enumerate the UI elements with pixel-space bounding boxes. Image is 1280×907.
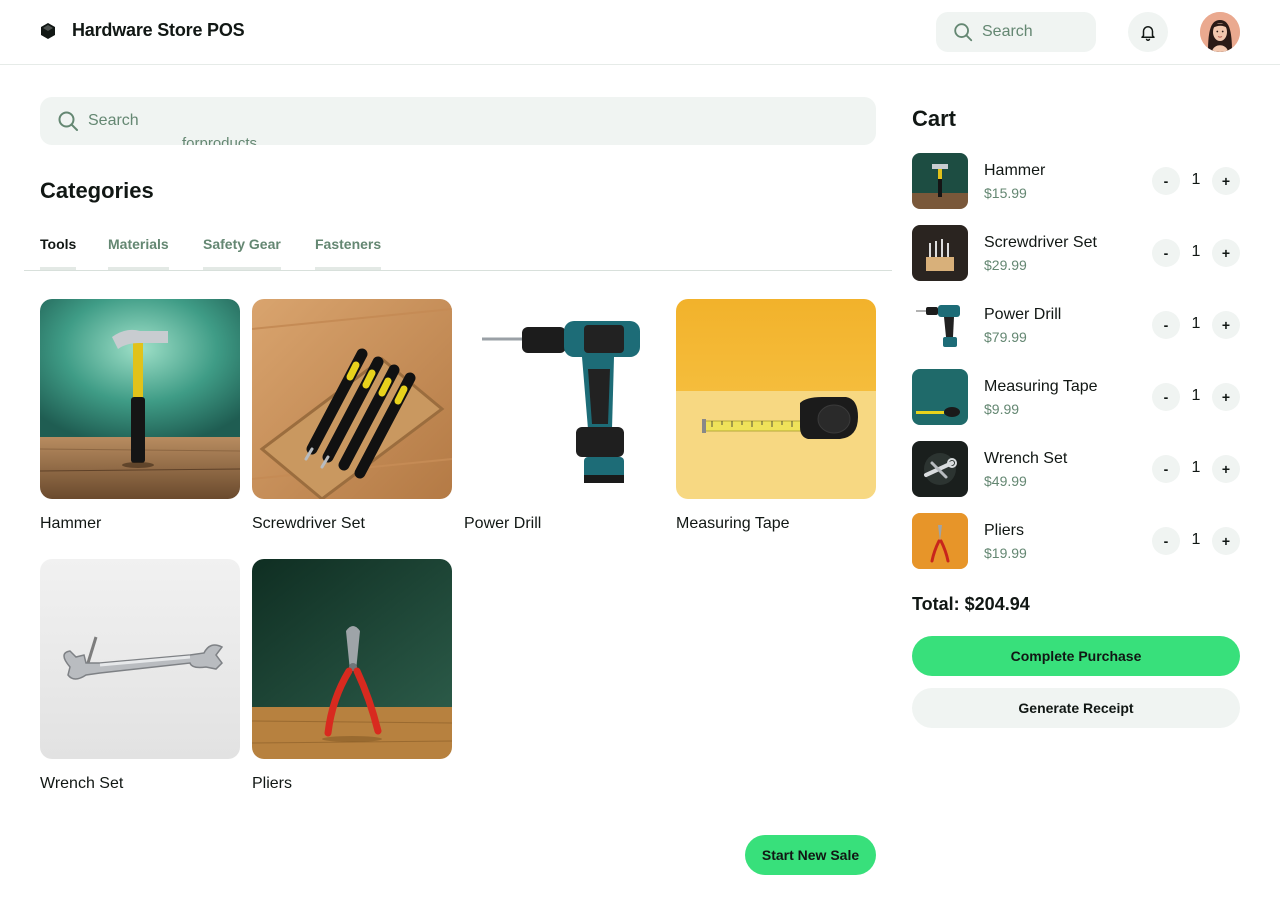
- cart-item-name: Screwdriver Set: [984, 234, 1097, 251]
- cart-item-price: $49.99: [984, 473, 1027, 489]
- cart-item: Wrench Set $49.99 - 1 +: [912, 441, 1240, 497]
- cart-item-name: Pliers: [984, 522, 1025, 539]
- hammer-image: [40, 299, 240, 499]
- generate-receipt-button[interactable]: Generate Receipt: [912, 688, 1240, 728]
- increase-qty-button[interactable]: +: [1212, 455, 1240, 483]
- app-title: Hardware Store POS: [72, 20, 245, 40]
- screwdriver-set-thumbnail: [912, 225, 968, 281]
- product-name: Power Drill: [464, 515, 542, 532]
- increase-qty-button[interactable]: +: [1212, 311, 1240, 339]
- categories-heading: Categories: [40, 178, 154, 203]
- user-avatar[interactable]: [1200, 12, 1240, 52]
- tab-safety-gear[interactable]: Safety Gear: [203, 226, 281, 270]
- product-card-measuring-tape[interactable]: Measuring Tape: [676, 299, 876, 533]
- cart-item-name: Power Drill: [984, 306, 1062, 323]
- tab-tools[interactable]: Tools: [40, 226, 77, 270]
- product-card-screwdriver-set[interactable]: Screwdriver Set: [252, 299, 452, 533]
- cart-item: Hammer $15.99 - 1 +: [912, 153, 1240, 209]
- cart-heading: Cart: [912, 106, 957, 131]
- cart-item-quantity: 1: [1191, 387, 1201, 404]
- header-search[interactable]: [936, 12, 1096, 52]
- cart-item-quantity: 1: [1191, 315, 1201, 332]
- hammer-thumbnail: [912, 153, 968, 209]
- cart-item-price: $19.99: [984, 545, 1027, 561]
- screwdriver-set-image: [252, 299, 452, 499]
- search-placeholder-overflow: forproducts: [182, 135, 258, 145]
- product-card-wrench-set[interactable]: Wrench Set: [40, 559, 240, 793]
- cart-item-quantity: 1: [1191, 531, 1201, 548]
- cart-total: Total: $204.94: [912, 594, 1030, 614]
- cart-item-quantity: 1: [1191, 459, 1201, 476]
- decrease-qty-button[interactable]: -: [1152, 311, 1180, 339]
- header-search-input[interactable]: [982, 23, 1082, 41]
- increase-qty-button[interactable]: +: [1212, 167, 1240, 195]
- cart-item-quantity: 1: [1191, 243, 1201, 260]
- cart-item: Pliers $19.99 - 1 +: [912, 513, 1240, 569]
- notifications-button[interactable]: [1128, 12, 1168, 52]
- product-name: Measuring Tape: [676, 515, 790, 532]
- category-tabs: Tools Materials Safety Gear Fasteners: [24, 226, 892, 271]
- search-icon: [56, 109, 80, 133]
- cart-item-quantity: 1: [1191, 171, 1201, 188]
- wrench-set-image: [40, 559, 240, 759]
- pliers-image: [252, 559, 452, 759]
- cube-icon: [40, 22, 56, 39]
- product-search[interactable]: forproducts: [40, 97, 876, 145]
- product-card-hammer[interactable]: Hammer: [40, 299, 240, 533]
- brand: Hardware Store POS: [40, 20, 245, 41]
- complete-purchase-button[interactable]: Complete Purchase: [912, 636, 1240, 676]
- app-header: Hardware Store POS: [0, 0, 1280, 65]
- cart-item-name: Wrench Set: [984, 450, 1068, 467]
- decrease-qty-button[interactable]: -: [1152, 455, 1180, 483]
- cart-item-price: $9.99: [984, 401, 1020, 417]
- wrench-set-thumbnail: [912, 441, 968, 497]
- product-name: Pliers: [252, 775, 293, 792]
- decrease-qty-button[interactable]: -: [1152, 239, 1180, 267]
- product-name: Wrench Set: [40, 775, 124, 792]
- pliers-thumbnail: [912, 513, 968, 569]
- search-icon: [952, 21, 974, 43]
- cart-item-name: Hammer: [984, 162, 1046, 179]
- tab-materials[interactable]: Materials: [108, 226, 169, 270]
- cart-item-name: Measuring Tape: [984, 378, 1098, 395]
- cart-item-price: $15.99: [984, 185, 1027, 201]
- power-drill-image: [464, 299, 664, 499]
- tab-fasteners[interactable]: Fasteners: [315, 226, 382, 270]
- cart-item: Power Drill $79.99 - 1 +: [912, 297, 1240, 353]
- cart-item-price: $79.99: [984, 329, 1027, 345]
- decrease-qty-button[interactable]: -: [1152, 527, 1180, 555]
- cart-item: Screwdriver Set $29.99 - 1 +: [912, 225, 1240, 281]
- product-card-pliers[interactable]: Pliers: [252, 559, 452, 793]
- decrease-qty-button[interactable]: -: [1152, 383, 1180, 411]
- cart-item-price: $29.99: [984, 257, 1027, 273]
- increase-qty-button[interactable]: +: [1212, 239, 1240, 267]
- measuring-tape-thumbnail: [912, 369, 968, 425]
- product-card-power-drill[interactable]: Power Drill: [464, 299, 664, 533]
- product-name: Screwdriver Set: [252, 515, 365, 532]
- measuring-tape-image: [676, 299, 876, 499]
- product-name: Hammer: [40, 515, 102, 532]
- decrease-qty-button[interactable]: -: [1152, 167, 1180, 195]
- cart-item: Measuring Tape $9.99 - 1 +: [912, 369, 1240, 425]
- power-drill-thumbnail: [912, 297, 968, 353]
- start-new-sale-button[interactable]: Start New Sale: [745, 835, 876, 875]
- increase-qty-button[interactable]: +: [1212, 383, 1240, 411]
- increase-qty-button[interactable]: +: [1212, 527, 1240, 555]
- bell-icon: [1139, 23, 1157, 41]
